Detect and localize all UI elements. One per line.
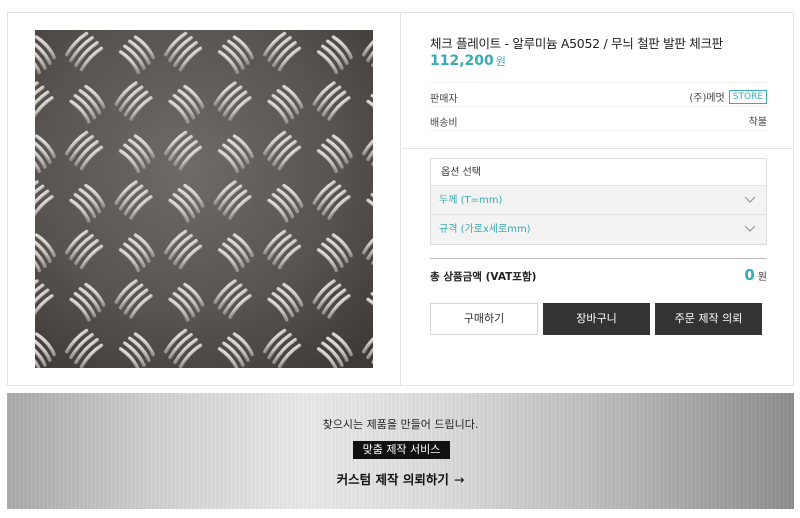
shipping-row: 배송비 착불 bbox=[430, 106, 767, 130]
custom-service-banner: 찾으시는 제품을 만들어 드립니다. 맞춤 제작 서비스 커스텀 제작 의뢰하기… bbox=[7, 393, 794, 509]
custom-order-button[interactable]: 주문 제작 의뢰 bbox=[655, 303, 762, 335]
product-info-panel: 체크 플레이트 - 알루미늄 A5052 / 무늬 철판 발판 체크판 112,… bbox=[402, 13, 794, 385]
seller-value: (주)메멋 STORE bbox=[689, 89, 767, 104]
chevron-down-icon bbox=[744, 225, 756, 232]
total-divider bbox=[430, 258, 767, 259]
total-amount-unit: 원 bbox=[757, 272, 767, 283]
size-select-label: 규격 (가로x세로mm) bbox=[439, 224, 531, 235]
divider bbox=[430, 130, 767, 131]
total-amount: 0원 bbox=[744, 266, 767, 284]
seller-label: 판매자 bbox=[430, 94, 458, 105]
product-price: 112,200 원 bbox=[430, 53, 506, 69]
custom-request-link[interactable]: 커스텀 제작 의뢰하기 → bbox=[7, 469, 794, 488]
options-box: 옵션 선택 두께 (T=mm) 규격 (가로x세로mm) bbox=[430, 158, 767, 245]
thickness-select-label: 두께 (T=mm) bbox=[439, 195, 503, 206]
add-to-cart-button[interactable]: 장바구니 bbox=[543, 303, 650, 335]
options-header: 옵션 선택 bbox=[431, 159, 766, 186]
product-image-checker-plate bbox=[35, 30, 373, 368]
total-amount-value: 0 bbox=[744, 266, 755, 284]
total-label: 총 상품금액 (VAT포함) bbox=[430, 271, 537, 283]
seller-row: 판매자 (주)메멋 STORE bbox=[430, 82, 767, 106]
thickness-select[interactable]: 두께 (T=mm) bbox=[431, 186, 766, 215]
banner-tag: 맞춤 제작 서비스 bbox=[353, 441, 450, 459]
arrow-right-icon: → bbox=[453, 472, 465, 487]
store-badge[interactable]: STORE bbox=[728, 89, 767, 104]
price-value: 112,200 bbox=[430, 53, 494, 69]
banner-subtitle: 찾으시는 제품을 만들어 드립니다. bbox=[322, 418, 479, 431]
shipping-label: 배송비 bbox=[430, 118, 458, 129]
size-select[interactable]: 규격 (가로x세로mm) bbox=[431, 215, 766, 244]
section-divider bbox=[402, 148, 794, 149]
product-card: 체크 플레이트 - 알루미늄 A5052 / 무늬 철판 발판 체크판 112,… bbox=[7, 12, 794, 386]
custom-request-link-label: 커스텀 제작 의뢰하기 bbox=[336, 472, 449, 487]
image-panel bbox=[8, 13, 401, 385]
chevron-down-icon bbox=[744, 196, 756, 203]
seller-name[interactable]: (주)메멋 bbox=[689, 89, 724, 104]
buy-button[interactable]: 구매하기 bbox=[430, 303, 538, 335]
shipping-value: 착불 bbox=[748, 117, 767, 128]
price-unit: 원 bbox=[495, 55, 506, 68]
product-title: 체크 플레이트 - 알루미늄 A5052 / 무늬 철판 발판 체크판 bbox=[430, 36, 723, 51]
